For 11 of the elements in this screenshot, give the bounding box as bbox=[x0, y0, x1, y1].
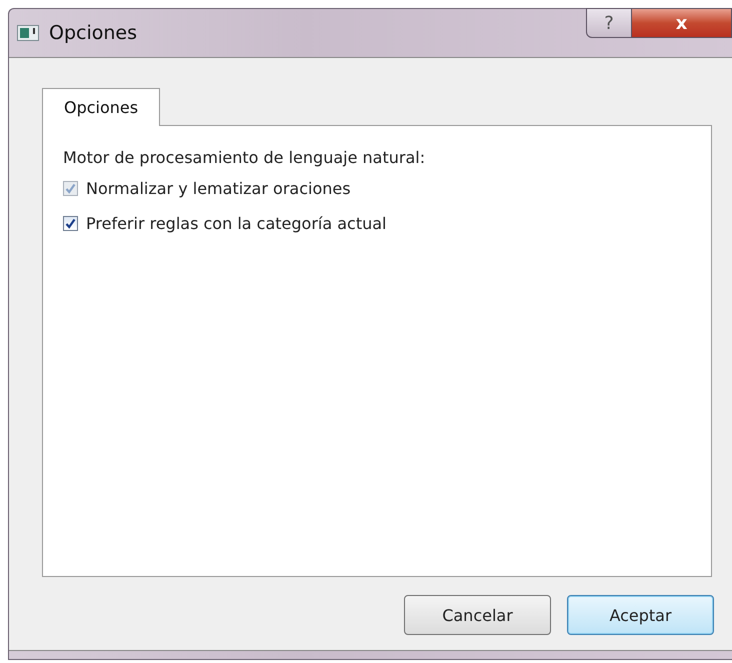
checkbox[interactable] bbox=[63, 216, 78, 231]
tab[interactable]: Opciones bbox=[42, 88, 160, 126]
window-title: Opciones bbox=[49, 22, 137, 44]
default-button[interactable]: Aceptar bbox=[567, 595, 714, 635]
checkbox-label: Preferir reglas con la categoría actual bbox=[86, 214, 386, 233]
help-button[interactable]: ? bbox=[586, 8, 632, 38]
close-button[interactable]: x bbox=[632, 8, 732, 38]
window-icon bbox=[17, 25, 39, 41]
checkbox-label: Normalizar y lematizar oraciones bbox=[86, 179, 351, 198]
section-label: Motor de procesamiento de lenguaje natural: bbox=[63, 148, 426, 167]
dialog-button[interactable]: Cancelar bbox=[404, 595, 551, 635]
